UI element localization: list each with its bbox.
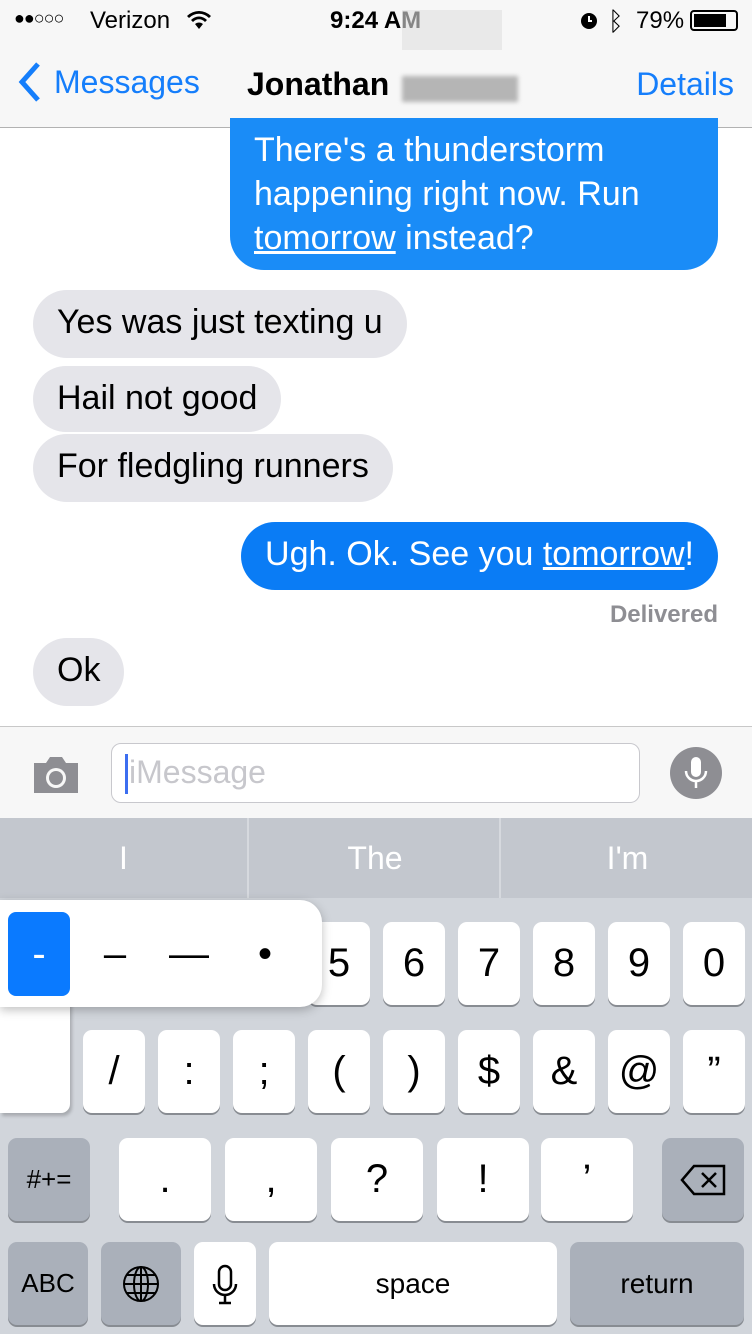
message-received[interactable]: Yes was just texting u [33,290,407,358]
key[interactable]: @ [608,1030,670,1113]
back-label: Messages [54,63,200,100]
microphone-icon [684,757,708,788]
alternate-bullet[interactable]: • [234,912,296,996]
redacted-surname [402,76,518,102]
text-cursor [125,754,128,794]
status-bar: ●●○○○ Verizon 9:24 AM ᛒ 79% [0,0,752,40]
key[interactable]: 8 [533,922,595,1005]
globe-icon [123,1265,159,1302]
backspace-icon [680,1164,726,1195]
abc-key[interactable]: ABC [8,1242,88,1325]
alternate-em-dash[interactable]: — [158,912,220,996]
message-sent[interactable]: Ugh. Ok. See you tomorrow! [241,522,718,590]
key[interactable]: ? [331,1138,423,1221]
message-text: ! [684,535,694,573]
key-popup-stem [0,1000,70,1113]
predictive-bar: I The I'm [0,818,752,898]
key[interactable]: / [83,1030,145,1113]
contact-name[interactable]: Jonathan [247,66,389,103]
key[interactable]: 0 [683,922,745,1005]
chevron-left-icon [18,62,40,102]
key[interactable]: 9 [608,922,670,1005]
date-link[interactable]: tomorrow [254,219,396,257]
dictation-button[interactable] [670,747,722,799]
space-key[interactable]: space [269,1242,557,1325]
key[interactable]: ) [383,1030,445,1113]
key[interactable]: : [158,1030,220,1113]
key[interactable]: & [533,1030,595,1113]
message-received[interactable]: Ok [33,638,125,706]
key[interactable]: 7 [458,922,520,1005]
message-text: There's a thunderstorm happening right n… [254,131,640,213]
wifi-icon [187,11,211,29]
battery-percent: 79% [636,7,685,34]
backspace-key[interactable] [662,1138,744,1221]
details-button[interactable]: Details [636,66,734,103]
battery-icon [690,10,738,31]
input-bar: iMessage [0,726,752,818]
carrier: Verizon [90,7,171,34]
message-text: Ugh. Ok. See you [265,535,543,573]
prediction[interactable]: I'm [503,818,752,898]
key[interactable]: $ [458,1030,520,1113]
delivered-status: Delivered [609,601,718,628]
date-link[interactable]: tomorrow [543,535,685,573]
key[interactable]: , [225,1138,317,1221]
input-placeholder: iMessage [129,754,266,790]
microphone-icon [212,1264,238,1304]
key[interactable]: 6 [383,922,445,1005]
message-sent[interactable]: There's a thunderstorm happening right n… [230,118,718,270]
navigation-bar: Messages Jonathan Details [0,40,752,128]
alarm-icon [581,13,597,29]
prediction[interactable]: The [251,818,501,898]
key[interactable]: ’ [541,1138,633,1221]
message-input[interactable]: iMessage [111,743,640,803]
return-key[interactable]: return [570,1242,744,1325]
back-button[interactable]: Messages [14,60,200,104]
symbols-key[interactable]: #+= [8,1138,90,1221]
key[interactable]: ! [437,1138,529,1221]
key[interactable]: ( [308,1030,370,1113]
camera-icon[interactable] [30,755,82,795]
key[interactable]: ; [233,1030,295,1113]
key[interactable]: ” [683,1030,745,1113]
prediction[interactable]: I [0,818,249,898]
message-received[interactable]: Hail not good [33,366,282,432]
message-text: instead? [395,219,534,257]
globe-key[interactable] [101,1242,181,1325]
key[interactable]: . [119,1138,211,1221]
message-received[interactable]: For fledgling runners [33,434,393,502]
signal-strength: ●●○○○ [14,8,64,28]
redaction-block [402,10,502,50]
alternate-en-dash[interactable]: – [84,912,146,996]
bluetooth-icon: ᛒ [608,6,624,36]
alternate-hyphen[interactable]: - [8,912,70,996]
dictation-key[interactable] [194,1242,256,1325]
